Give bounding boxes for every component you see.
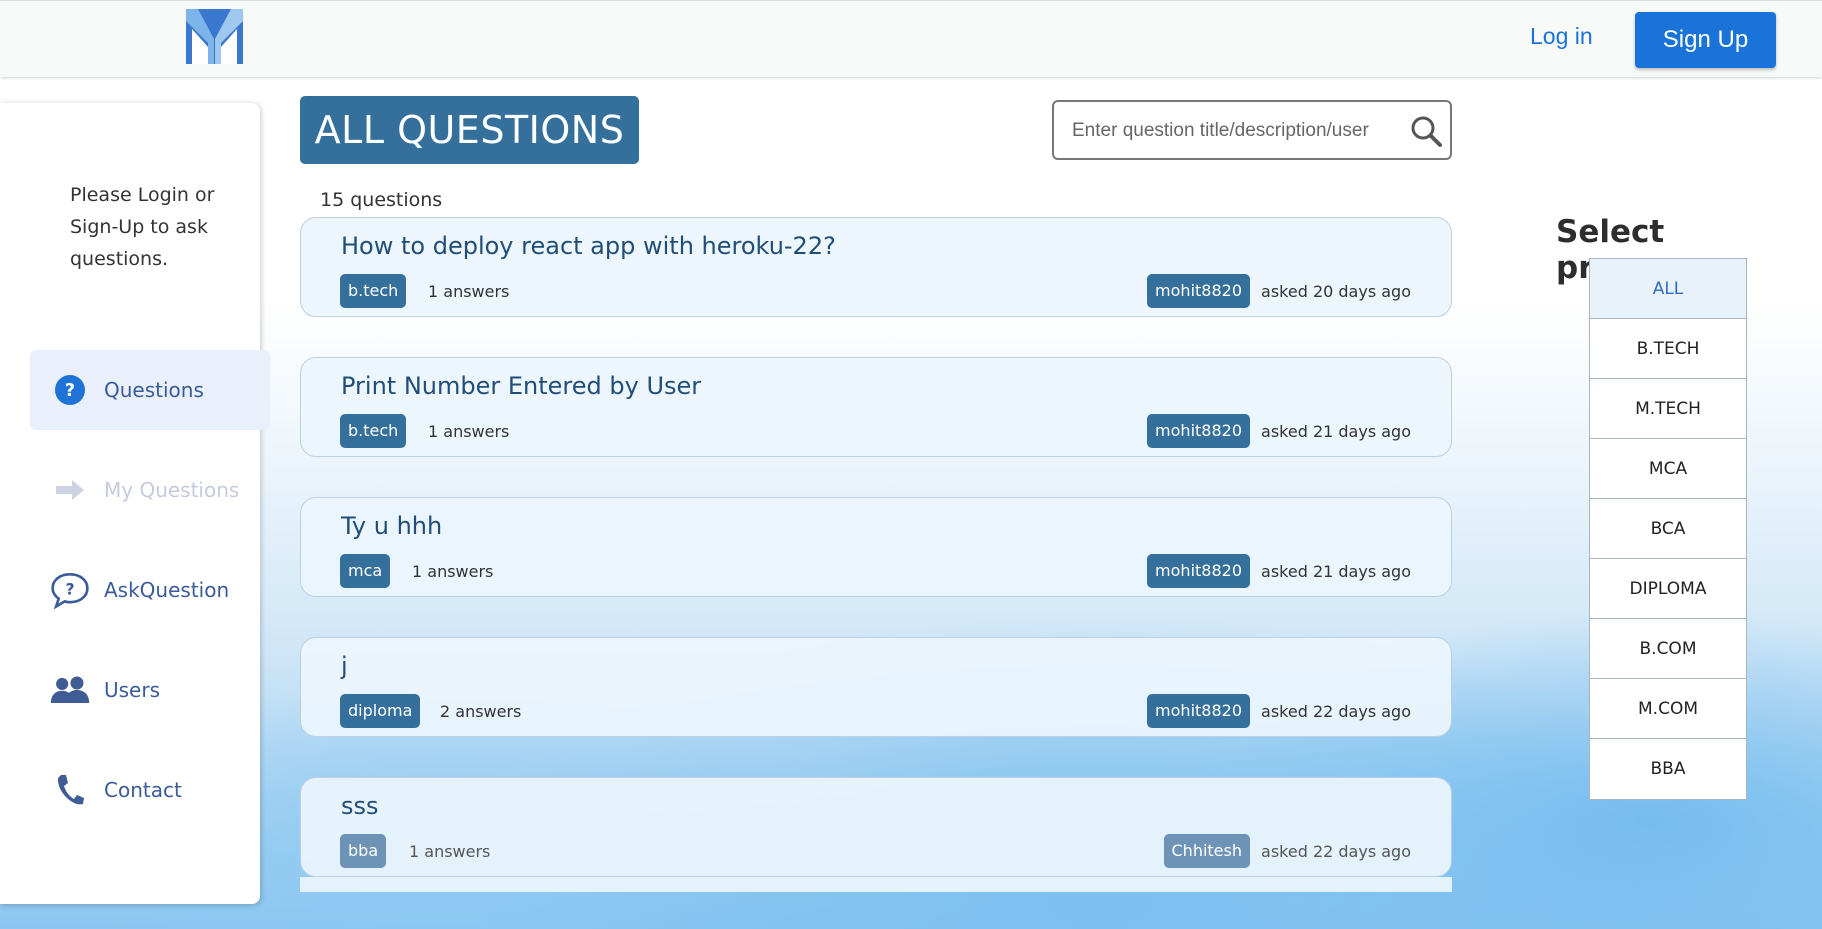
question-circle-icon: ?: [50, 370, 90, 410]
page-title: ALL QUESTIONS: [300, 96, 639, 164]
sidebar: Please Login or Sign-Up to ask questions…: [0, 103, 270, 904]
sidebar-item-label: AskQuestion: [104, 578, 230, 602]
signup-button[interactable]: Sign Up: [1635, 12, 1776, 68]
asked-time: asked 21 days ago: [1261, 422, 1411, 441]
question-card[interactable]: j diploma 2 answers mohit8820 asked 22 d…: [300, 637, 1452, 737]
asked-time: asked 20 days ago: [1261, 282, 1411, 301]
login-prompt: Please Login or Sign-Up to ask questions…: [70, 184, 215, 270]
phone-icon: [50, 770, 90, 810]
question-count: 15 questions: [320, 189, 443, 211]
svg-text:?: ?: [65, 380, 75, 401]
program-option-mtech[interactable]: M.TECH: [1590, 379, 1746, 439]
user-badge[interactable]: mohit8820: [1147, 694, 1250, 728]
program-option-bcom[interactable]: B.COM: [1590, 619, 1746, 679]
program-tag[interactable]: diploma: [340, 694, 421, 728]
program-option-bba[interactable]: BBA: [1590, 739, 1746, 799]
sidebar-item-label: Questions: [104, 378, 204, 402]
program-tag[interactable]: mca: [340, 554, 391, 588]
program-option-btech[interactable]: B.TECH: [1590, 319, 1746, 379]
question-bubble-icon: ?: [50, 570, 90, 610]
question-title[interactable]: sss: [341, 792, 379, 820]
answer-count: 1 answers: [409, 842, 491, 861]
program-option-all[interactable]: ALL: [1590, 259, 1746, 319]
asked-time: asked 21 days ago: [1261, 562, 1411, 581]
program-option-mca[interactable]: MCA: [1590, 439, 1746, 499]
question-card[interactable]: How to deploy react app with heroku-22? …: [300, 217, 1452, 317]
question-title[interactable]: j: [341, 652, 348, 680]
arrow-right-icon: [50, 470, 90, 510]
program-list: ALL B.TECH M.TECH MCA BCA DIPLOMA B.COM …: [1589, 258, 1747, 800]
sidebar-item-questions[interactable]: ? Questions: [30, 350, 270, 430]
asked-time: asked 22 days ago: [1261, 702, 1411, 721]
user-badge[interactable]: mohit8820: [1147, 414, 1250, 448]
user-badge[interactable]: mohit8820: [1147, 554, 1250, 588]
program-tag[interactable]: b.tech: [340, 414, 407, 448]
search-icon[interactable]: [1409, 114, 1443, 148]
svg-text:?: ?: [65, 579, 74, 598]
question-card[interactable]: sss bba 1 answers Chhitesh asked 22 days…: [300, 777, 1452, 877]
answer-count: 1 answers: [428, 422, 510, 441]
sidebar-item-label: My Questions: [104, 478, 240, 502]
program-option-diploma[interactable]: DIPLOMA: [1590, 559, 1746, 619]
sidebar-item-my-questions[interactable]: My Questions: [30, 450, 270, 530]
asked-time: asked 22 days ago: [1261, 842, 1411, 861]
list-bottom-strip: [300, 877, 1452, 892]
sidebar-item-users[interactable]: Users: [30, 650, 270, 730]
question-title[interactable]: Ty u hhh: [341, 512, 442, 540]
program-tag[interactable]: bba: [340, 834, 387, 868]
sidebar-item-label: Users: [104, 678, 161, 702]
answer-count: 1 answers: [428, 282, 510, 301]
question-card[interactable]: Print Number Entered by User b.tech 1 an…: [300, 357, 1452, 457]
question-card[interactable]: Ty u hhh mca 1 answers mohit8820 asked 2…: [300, 497, 1452, 597]
answer-count: 1 answers: [412, 562, 494, 581]
user-badge[interactable]: mohit8820: [1147, 274, 1250, 308]
search-box: [1052, 100, 1452, 160]
program-option-mcom[interactable]: M.COM: [1590, 679, 1746, 739]
program-tag[interactable]: b.tech: [340, 274, 407, 308]
login-link[interactable]: Log in: [1530, 23, 1593, 50]
sidebar-item-label: Contact: [104, 778, 182, 802]
user-badge[interactable]: Chhitesh: [1163, 834, 1250, 868]
question-title[interactable]: How to deploy react app with heroku-22?: [341, 232, 836, 260]
site-logo[interactable]: [186, 9, 243, 64]
question-title[interactable]: Print Number Entered by User: [341, 372, 701, 400]
top-navbar: Log in Sign Up: [0, 0, 1822, 77]
program-option-bca[interactable]: BCA: [1590, 499, 1746, 559]
search-input[interactable]: [1072, 114, 1392, 148]
users-icon: [50, 670, 90, 710]
sidebar-item-ask-question[interactable]: ? AskQuestion: [30, 550, 270, 630]
answer-count: 2 answers: [440, 702, 522, 721]
sidebar-item-contact[interactable]: Contact: [30, 750, 270, 830]
